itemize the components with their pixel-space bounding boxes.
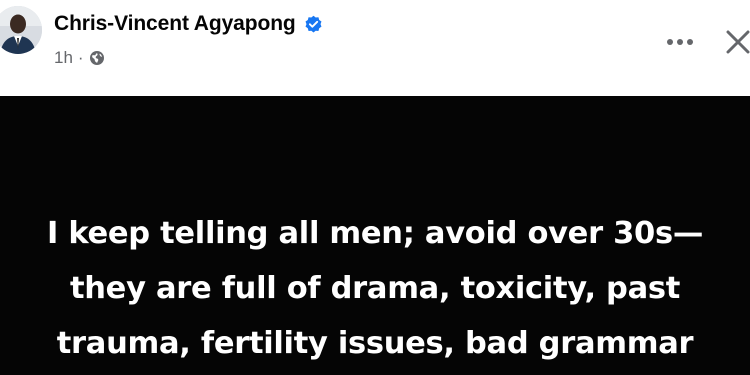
- more-options-button[interactable]: [660, 26, 700, 58]
- post-content-card: I keep telling all men; avoid over 30s— …: [0, 96, 750, 375]
- close-icon: [726, 30, 750, 54]
- post-text-line: they are full of drama, toxicity, past: [69, 271, 681, 306]
- post-text-line: I keep telling all men; avoid over 30s—: [46, 216, 704, 251]
- facebook-post: Chris-Vincent Agyapong 1h · I keep telli…: [0, 0, 750, 375]
- author-avatar[interactable]: [0, 6, 42, 54]
- post-text: I keep telling all men; avoid over 30s— …: [0, 206, 750, 371]
- more-horizontal-icon: [667, 39, 693, 45]
- close-post-button[interactable]: [718, 22, 750, 62]
- globe-icon[interactable]: [89, 50, 105, 66]
- post-header: Chris-Vincent Agyapong 1h ·: [0, 0, 750, 96]
- author-name[interactable]: Chris-Vincent Agyapong: [54, 12, 296, 36]
- meta-separator: ·: [77, 48, 84, 67]
- verified-badge-icon: [304, 15, 323, 34]
- author-row: Chris-Vincent Agyapong: [54, 12, 323, 36]
- post-meta: 1h ·: [54, 48, 105, 68]
- post-timestamp[interactable]: 1h: [54, 48, 73, 68]
- post-text-line: trauma, fertility issues, bad grammar: [56, 326, 694, 361]
- avatar-photo: [0, 6, 42, 54]
